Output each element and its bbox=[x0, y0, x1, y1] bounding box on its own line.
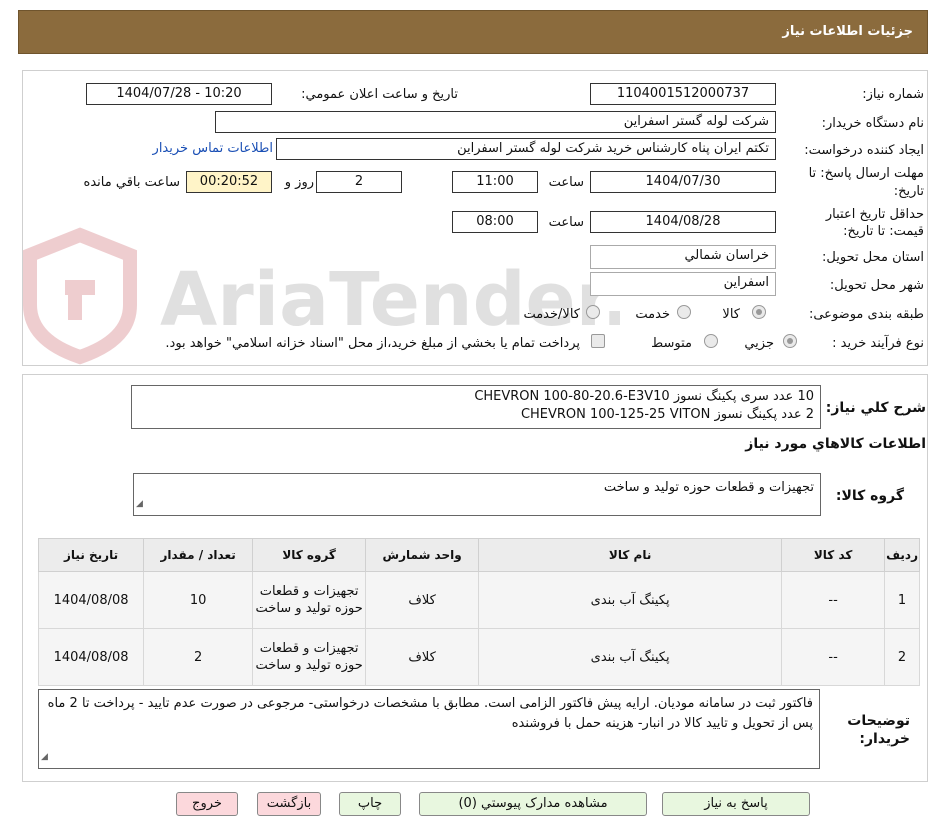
category-label: طبقه بندی موضوعی: bbox=[808, 307, 924, 322]
cell-name: پکینگ آب بندی bbox=[478, 571, 783, 629]
category-option-both: کالا/خدمت bbox=[523, 307, 580, 322]
cell-qty: 2 bbox=[143, 628, 254, 686]
category-option-service: خدمت bbox=[635, 307, 670, 322]
goods-group-textarea: تجهیزات و قطعات حوزه تولید و ساخت ◢ bbox=[133, 473, 821, 516]
category-option-goods: کالا bbox=[722, 307, 740, 322]
cell-group: تجهیزات و قطعات حوزه تولید و ساخت bbox=[252, 628, 367, 686]
requester-field: تکتم ایران پناه کارشناس خرید شرکت لوله گ… bbox=[276, 138, 776, 160]
province-field: خراسان شمالي bbox=[590, 245, 776, 269]
deadline-date-field: 1404/07/30 bbox=[590, 171, 776, 193]
cell-code: -- bbox=[781, 571, 886, 629]
col-header-group: گروه کالا bbox=[252, 538, 367, 572]
city-field: اسفراين bbox=[590, 272, 776, 296]
process-option-minor: جزيي bbox=[744, 336, 774, 351]
exit-button[interactable]: خروج bbox=[176, 792, 238, 816]
goods-section-title: اطلاعات کالاهاي مورد نياز bbox=[745, 436, 926, 452]
days-field: 2 bbox=[316, 171, 402, 193]
cell-name: پکینگ آب بندی bbox=[478, 628, 783, 686]
days-label: روز و bbox=[284, 175, 314, 190]
page-header: جزئیات اطلاعات نیاز bbox=[18, 10, 928, 54]
notes-label-1: توضيحات bbox=[847, 713, 910, 729]
category-radio-both[interactable] bbox=[586, 305, 600, 319]
announce-label: تاریخ و ساعت اعلان عمومي: bbox=[301, 87, 458, 102]
validity-label-2: قيمت: تا تاريخ: bbox=[843, 224, 924, 239]
resize-grip-icon: ◢ bbox=[136, 499, 143, 509]
col-header-name: نام کالا bbox=[478, 538, 783, 572]
cell-qty: 10 bbox=[143, 571, 254, 629]
remaining-time-field: 00:20:52 bbox=[186, 171, 272, 193]
process-option-medium: متوسط bbox=[651, 336, 692, 351]
description-textarea: 10 عدد سری پکینگ نسوز CHEVRON 100-80-20.… bbox=[131, 385, 821, 429]
category-radio-goods[interactable] bbox=[752, 305, 766, 319]
table-row: 1 -- پکینگ آب بندی کلاف تجهیزات و قطعات … bbox=[37, 571, 920, 629]
process-radio-medium[interactable] bbox=[704, 334, 718, 348]
announce-field: 1404/07/28 - 10:20 bbox=[86, 83, 272, 105]
process-label: نوع فرآيند خريد : bbox=[832, 336, 924, 351]
description-line-1: 10 عدد سری پکینگ نسوز CHEVRON 100-80-20.… bbox=[474, 389, 814, 404]
deadline-time-label: ساعت bbox=[548, 175, 584, 190]
validity-time-field: 08:00 bbox=[452, 211, 538, 233]
description-label: شرح کلي نياز: bbox=[825, 400, 926, 416]
notes-textarea: فاکتور ثبت در سامانه مودیان. ارایه پیش ف… bbox=[38, 689, 820, 769]
goods-table: رديف کد کالا نام کالا واحد شمارش گروه کا… bbox=[37, 538, 920, 686]
cell-group: تجهیزات و قطعات حوزه تولید و ساخت bbox=[252, 571, 367, 629]
need-number-label: شماره نیاز: bbox=[862, 87, 924, 102]
cell-unit: کلاف bbox=[365, 628, 480, 686]
cell-date: 1404/08/08 bbox=[37, 571, 145, 629]
attachments-button[interactable]: مشاهده مدارک پيوستي (0) bbox=[419, 792, 647, 816]
print-button[interactable]: چاپ bbox=[339, 792, 401, 816]
validity-label-1: حداقل تاريخ اعتبار bbox=[825, 207, 924, 222]
table-row: 2 -- پکینگ آب بندی کلاف تجهیزات و قطعات … bbox=[37, 628, 920, 686]
col-header-code: کد کالا bbox=[781, 538, 886, 572]
requester-label: ايجاد کننده درخواست: bbox=[804, 143, 924, 158]
province-label: استان محل تحويل: bbox=[822, 250, 924, 265]
payment-note: پرداخت تمام يا بخشي از مبلغ خريد،از محل … bbox=[165, 336, 580, 351]
city-label: شهر محل تحويل: bbox=[829, 278, 924, 293]
goods-group-value: تجهیزات و قطعات حوزه تولید و ساخت bbox=[603, 480, 814, 495]
col-header-date: تاريخ نياز bbox=[37, 538, 145, 572]
deadline-label-1: مهلت ارسال پاسخ: تا bbox=[808, 166, 924, 181]
deadline-time-field: 11:00 bbox=[452, 171, 538, 193]
reply-button[interactable]: پاسخ به نياز bbox=[662, 792, 810, 816]
col-header-row: رديف bbox=[884, 538, 920, 572]
payment-note-checkbox[interactable] bbox=[591, 334, 605, 348]
cell-date: 1404/08/08 bbox=[37, 628, 145, 686]
col-header-qty: تعداد / مقدار bbox=[143, 538, 254, 572]
buyer-contact-link[interactable]: اطلاعات تماس خريدار bbox=[153, 141, 273, 156]
need-number-field: 1104001512000737 bbox=[590, 83, 776, 105]
page-title: جزئیات اطلاعات نیاز bbox=[782, 24, 913, 39]
buyer-org-field: شرکت لوله گستر اسفراين bbox=[215, 111, 776, 133]
goods-group-label: گروه کالا: bbox=[835, 488, 904, 504]
category-radio-service[interactable] bbox=[677, 305, 691, 319]
remaining-label: ساعت باقي مانده bbox=[83, 175, 180, 190]
resize-grip-icon: ◢ bbox=[41, 752, 48, 762]
col-header-unit: واحد شمارش bbox=[365, 538, 480, 572]
table-header-row: رديف کد کالا نام کالا واحد شمارش گروه کا… bbox=[37, 538, 920, 572]
cell-row: 1 bbox=[884, 571, 920, 629]
deadline-label-2: تاريخ: bbox=[893, 184, 924, 199]
validity-date-field: 1404/08/28 bbox=[590, 211, 776, 233]
validity-time-label: ساعت bbox=[548, 215, 584, 230]
cell-unit: کلاف bbox=[365, 571, 480, 629]
notes-label-2: خريدار: bbox=[859, 731, 910, 747]
back-button[interactable]: بازگشت bbox=[257, 792, 321, 816]
notes-text: فاکتور ثبت در سامانه مودیان. ارایه پیش ف… bbox=[47, 696, 813, 731]
buyer-org-label: نام دستگاه خريدار: bbox=[821, 116, 924, 131]
process-radio-minor[interactable] bbox=[783, 334, 797, 348]
cell-code: -- bbox=[781, 628, 886, 686]
cell-row: 2 bbox=[884, 628, 920, 686]
description-line-2: 2 عدد پکینگ نسوز CHEVRON 100-125-25 VITO… bbox=[520, 407, 814, 422]
